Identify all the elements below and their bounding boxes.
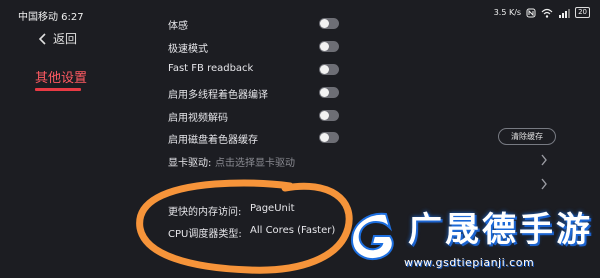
- motion-toggle[interactable]: [319, 18, 339, 29]
- cpu-scheduler-value: All Cores (Faster): [250, 225, 336, 236]
- carrier-time: 中国移动 6:27: [18, 12, 84, 23]
- chevron-right-icon: [541, 178, 547, 190]
- setting-label: 启用多线程着色器编译: [168, 90, 268, 101]
- back-button[interactable]: 返回: [38, 30, 77, 47]
- watermark-title: 广晟德手游: [408, 210, 593, 250]
- disk-shader-cache-toggle[interactable]: [319, 132, 339, 143]
- memory-access-value: PageUnit: [250, 203, 295, 214]
- chevron-left-icon: [38, 32, 46, 45]
- clear-cache-button[interactable]: 清除缓存: [498, 128, 556, 145]
- tab-underline: [35, 88, 81, 91]
- fast-fb-toggle[interactable]: [319, 64, 339, 75]
- chevron-right-icon: [541, 154, 547, 166]
- watermark: 广晟德手游 www.gsdtiepianji.com: [346, 198, 600, 278]
- gpu-driver-hint: 点击选择显卡驱动: [215, 158, 295, 169]
- setting-label: 启用视频解码: [168, 113, 228, 124]
- video-decode-toggle[interactable]: [319, 110, 339, 121]
- multithread-shader-toggle[interactable]: [319, 87, 339, 98]
- setting-label: 极速模式: [168, 44, 208, 55]
- setting-label: 启用磁盘着色器缓存: [168, 135, 258, 146]
- tab-other-settings[interactable]: 其他设置: [35, 67, 87, 86]
- back-label: 返回: [53, 32, 78, 46]
- turbo-toggle[interactable]: [319, 41, 339, 52]
- cpu-scheduler-label: CPU调度器类型:: [168, 229, 242, 240]
- setting-label: Fast FB readback: [168, 63, 254, 74]
- gpu-driver-label: 显卡驱动:: [168, 158, 212, 169]
- watermark-url: www.gsdtiepianji.com: [404, 256, 535, 269]
- left-panel: 返回 其他设置: [0, 26, 140, 278]
- memory-access-label: 更快的内存访问:: [168, 207, 242, 218]
- setting-label: 体感: [168, 21, 188, 32]
- watermark-logo: [350, 212, 394, 260]
